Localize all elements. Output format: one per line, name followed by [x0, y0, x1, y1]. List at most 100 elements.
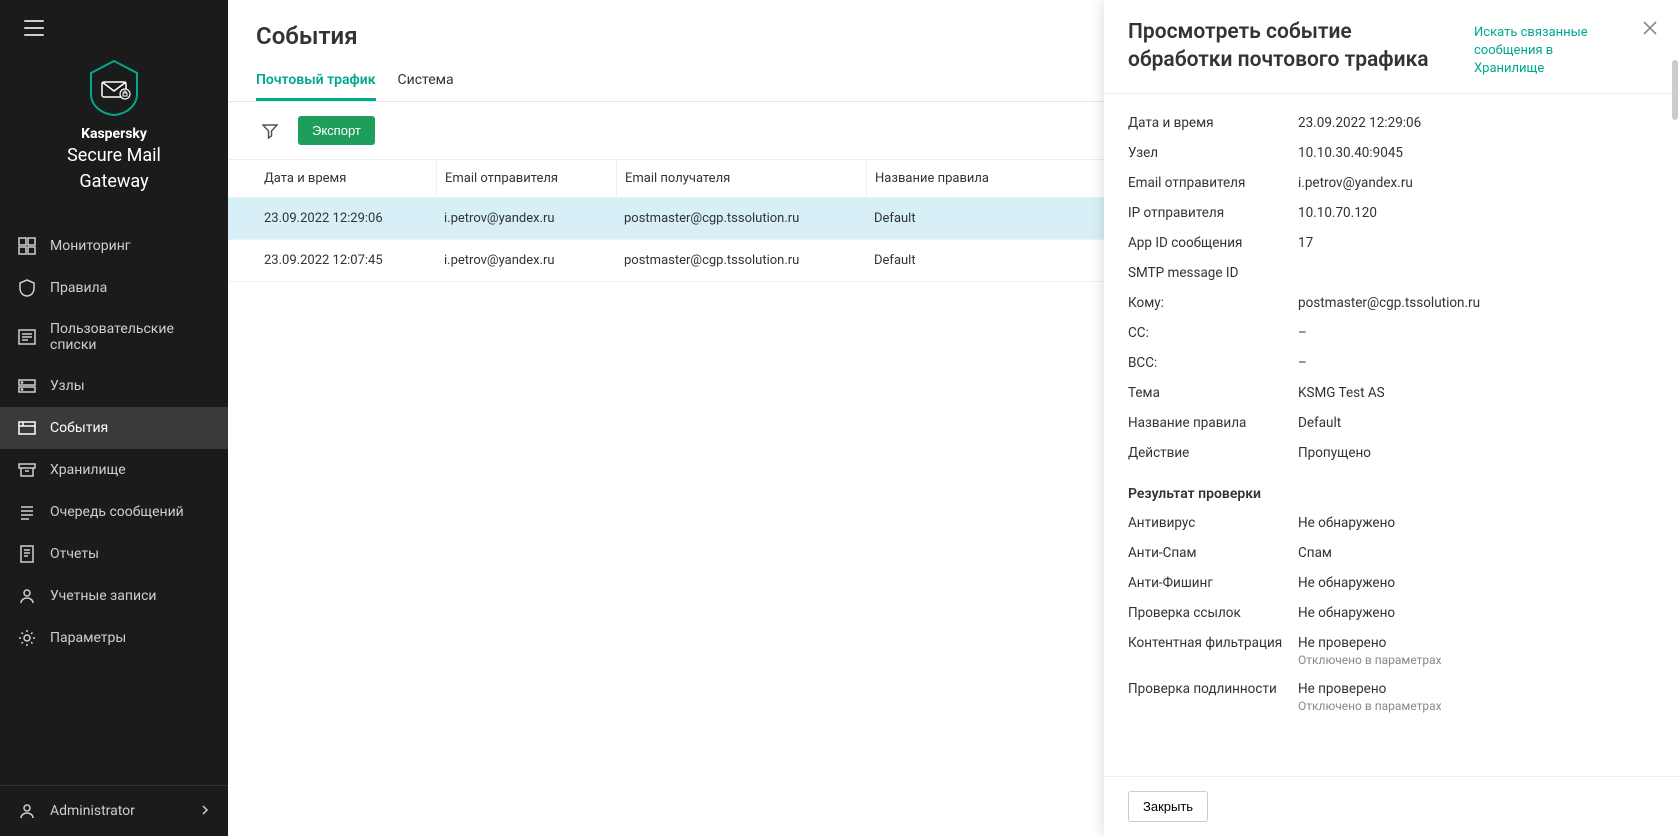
- nav-label: Учетные записи: [50, 588, 156, 604]
- cell-datetime: 23.09.2022 12:29:06: [256, 201, 436, 236]
- panel-title: Просмотреть событие обработки почтового …: [1128, 18, 1458, 75]
- chevron-right-icon: [200, 803, 210, 819]
- v-rule[interactable]: Default: [1298, 415, 1656, 431]
- v-auth-main: Не проверено: [1298, 681, 1386, 697]
- cell-datetime: 23.09.2022 12:07:45: [256, 243, 436, 278]
- search-related-link[interactable]: Искать связанные сообщения в Хранилище: [1474, 18, 1618, 79]
- k-auth: Проверка подлинности: [1128, 681, 1298, 697]
- k-to: Кому:: [1128, 295, 1298, 311]
- cell-sender: i.petrov@yandex.ru: [436, 243, 616, 278]
- tab-mail-traffic[interactable]: Почтовый трафик: [256, 62, 376, 101]
- events-icon: [18, 419, 36, 437]
- v-sender-ip: 10.10.70.120: [1298, 205, 1656, 221]
- main: События Почтовый трафик Система Экспорт …: [228, 0, 1680, 836]
- k-sender-ip: IP отправителя: [1128, 205, 1298, 221]
- col-datetime[interactable]: Дата и время: [256, 161, 436, 196]
- filter-icon: [262, 123, 278, 139]
- menu-toggle[interactable]: [0, 0, 228, 50]
- nav-label: Хранилище: [50, 462, 126, 478]
- nav: Мониторинг Правила Пользовательские спис…: [0, 225, 228, 785]
- v-appid: 17: [1298, 235, 1656, 251]
- nav-queue[interactable]: Очередь сообщений: [0, 491, 228, 533]
- nav-user-menu[interactable]: Administrator: [0, 786, 228, 836]
- cell-recipient: postmaster@cgp.tssolution.ru: [616, 243, 866, 278]
- nav-events[interactable]: События: [0, 407, 228, 449]
- gear-icon: [18, 629, 36, 647]
- v-ap: Не обнаружено: [1298, 575, 1656, 591]
- shield-icon: [18, 279, 36, 297]
- archive-icon: [18, 461, 36, 479]
- v-av: Не обнаружено: [1298, 515, 1656, 531]
- nav-label: Правила: [50, 280, 107, 296]
- nav-user-label: Administrator: [50, 803, 135, 819]
- brand-name-1: Kaspersky: [10, 126, 218, 142]
- brand-name-2a: Secure Mail: [10, 144, 218, 168]
- k-subject: Тема: [1128, 385, 1298, 401]
- report-icon: [18, 545, 36, 563]
- sidebar: Kaspersky Secure Mail Gateway Мониторинг…: [0, 0, 228, 836]
- cell-sender: i.petrov@yandex.ru: [436, 201, 616, 236]
- v-auth: Не проверено Отключено в параметрах: [1298, 681, 1656, 713]
- nav-label: Мониторинг: [50, 238, 131, 254]
- v-content: Не проверено Отключено в параметрах: [1298, 635, 1656, 667]
- nav-label: Очередь сообщений: [50, 504, 184, 520]
- nav-label: События: [50, 420, 108, 436]
- nav-nodes[interactable]: Узлы: [0, 365, 228, 407]
- nav-monitoring[interactable]: Мониторинг: [0, 225, 228, 267]
- user-icon: [18, 587, 36, 605]
- tab-system[interactable]: Система: [398, 62, 454, 101]
- nav-label: Узлы: [50, 378, 85, 394]
- nav-label: Пользовательские списки: [50, 321, 210, 353]
- server-icon: [18, 377, 36, 395]
- v-auth-sub: Отключено в параметрах: [1298, 699, 1656, 713]
- scan-section-title: Результат проверки: [1128, 468, 1656, 508]
- k-rule: Название правила: [1128, 415, 1298, 431]
- k-links: Проверка ссылок: [1128, 605, 1298, 621]
- k-av: Антивирус: [1128, 515, 1298, 531]
- col-sender[interactable]: Email отправителя: [436, 161, 616, 196]
- brand-logo: [89, 60, 139, 116]
- k-content: Контентная фильтрация: [1128, 635, 1298, 651]
- k-smtpid: SMTP message ID: [1128, 265, 1298, 281]
- brand-name-2b: Gateway: [10, 170, 218, 194]
- k-appid: App ID сообщения: [1128, 235, 1298, 251]
- nav-storage[interactable]: Хранилище: [0, 449, 228, 491]
- queue-icon: [18, 503, 36, 521]
- nav-label: Отчеты: [50, 546, 99, 562]
- v-node: 10.10.30.40:9045: [1298, 145, 1656, 161]
- col-recipient[interactable]: Email получателя: [616, 161, 866, 196]
- v-cc: –: [1298, 325, 1656, 341]
- v-action: Пропущено: [1298, 445, 1656, 461]
- v-links: Не обнаружено: [1298, 605, 1656, 621]
- cell-recipient: postmaster@cgp.tssolution.ru: [616, 201, 866, 236]
- v-subject: KSMG Test AS: [1298, 385, 1656, 401]
- v-to: postmaster@cgp.tssolution.ru: [1298, 295, 1656, 311]
- brand: Kaspersky Secure Mail Gateway: [0, 50, 228, 225]
- k-action: Действие: [1128, 445, 1298, 461]
- k-bcc: BCC:: [1128, 355, 1298, 371]
- nav-rules[interactable]: Правила: [0, 267, 228, 309]
- nav-lists[interactable]: Пользовательские списки: [0, 309, 228, 365]
- nav-settings[interactable]: Параметры: [0, 617, 228, 659]
- close-icon: [1642, 20, 1658, 36]
- list-box-icon: [18, 328, 36, 346]
- v-sender: i.petrov@yandex.ru: [1298, 175, 1656, 191]
- v-datetime: 23.09.2022 12:29:06: [1298, 115, 1656, 131]
- nav-accounts[interactable]: Учетные записи: [0, 575, 228, 617]
- k-datetime: Дата и время: [1128, 115, 1298, 131]
- hamburger-icon: [24, 20, 44, 36]
- panel-close-footer-button[interactable]: Закрыть: [1128, 791, 1208, 822]
- v-bcc: –: [1298, 355, 1656, 371]
- filter-button[interactable]: [256, 117, 284, 145]
- admin-user-icon: [18, 802, 36, 820]
- event-detail-panel: Просмотреть событие обработки почтового …: [1104, 0, 1680, 836]
- nav-reports[interactable]: Отчеты: [0, 533, 228, 575]
- k-ap: Анти-Фишинг: [1128, 575, 1298, 591]
- v-content-main: Не проверено: [1298, 635, 1386, 651]
- v-content-sub: Отключено в параметрах: [1298, 653, 1656, 667]
- k-sender: Email отправителя: [1128, 175, 1298, 191]
- export-button[interactable]: Экспорт: [298, 116, 375, 145]
- panel-body: Дата и время23.09.2022 12:29:06 Узел10.1…: [1104, 94, 1680, 776]
- v-as: Спам: [1298, 545, 1656, 561]
- panel-close-button[interactable]: [1642, 18, 1658, 40]
